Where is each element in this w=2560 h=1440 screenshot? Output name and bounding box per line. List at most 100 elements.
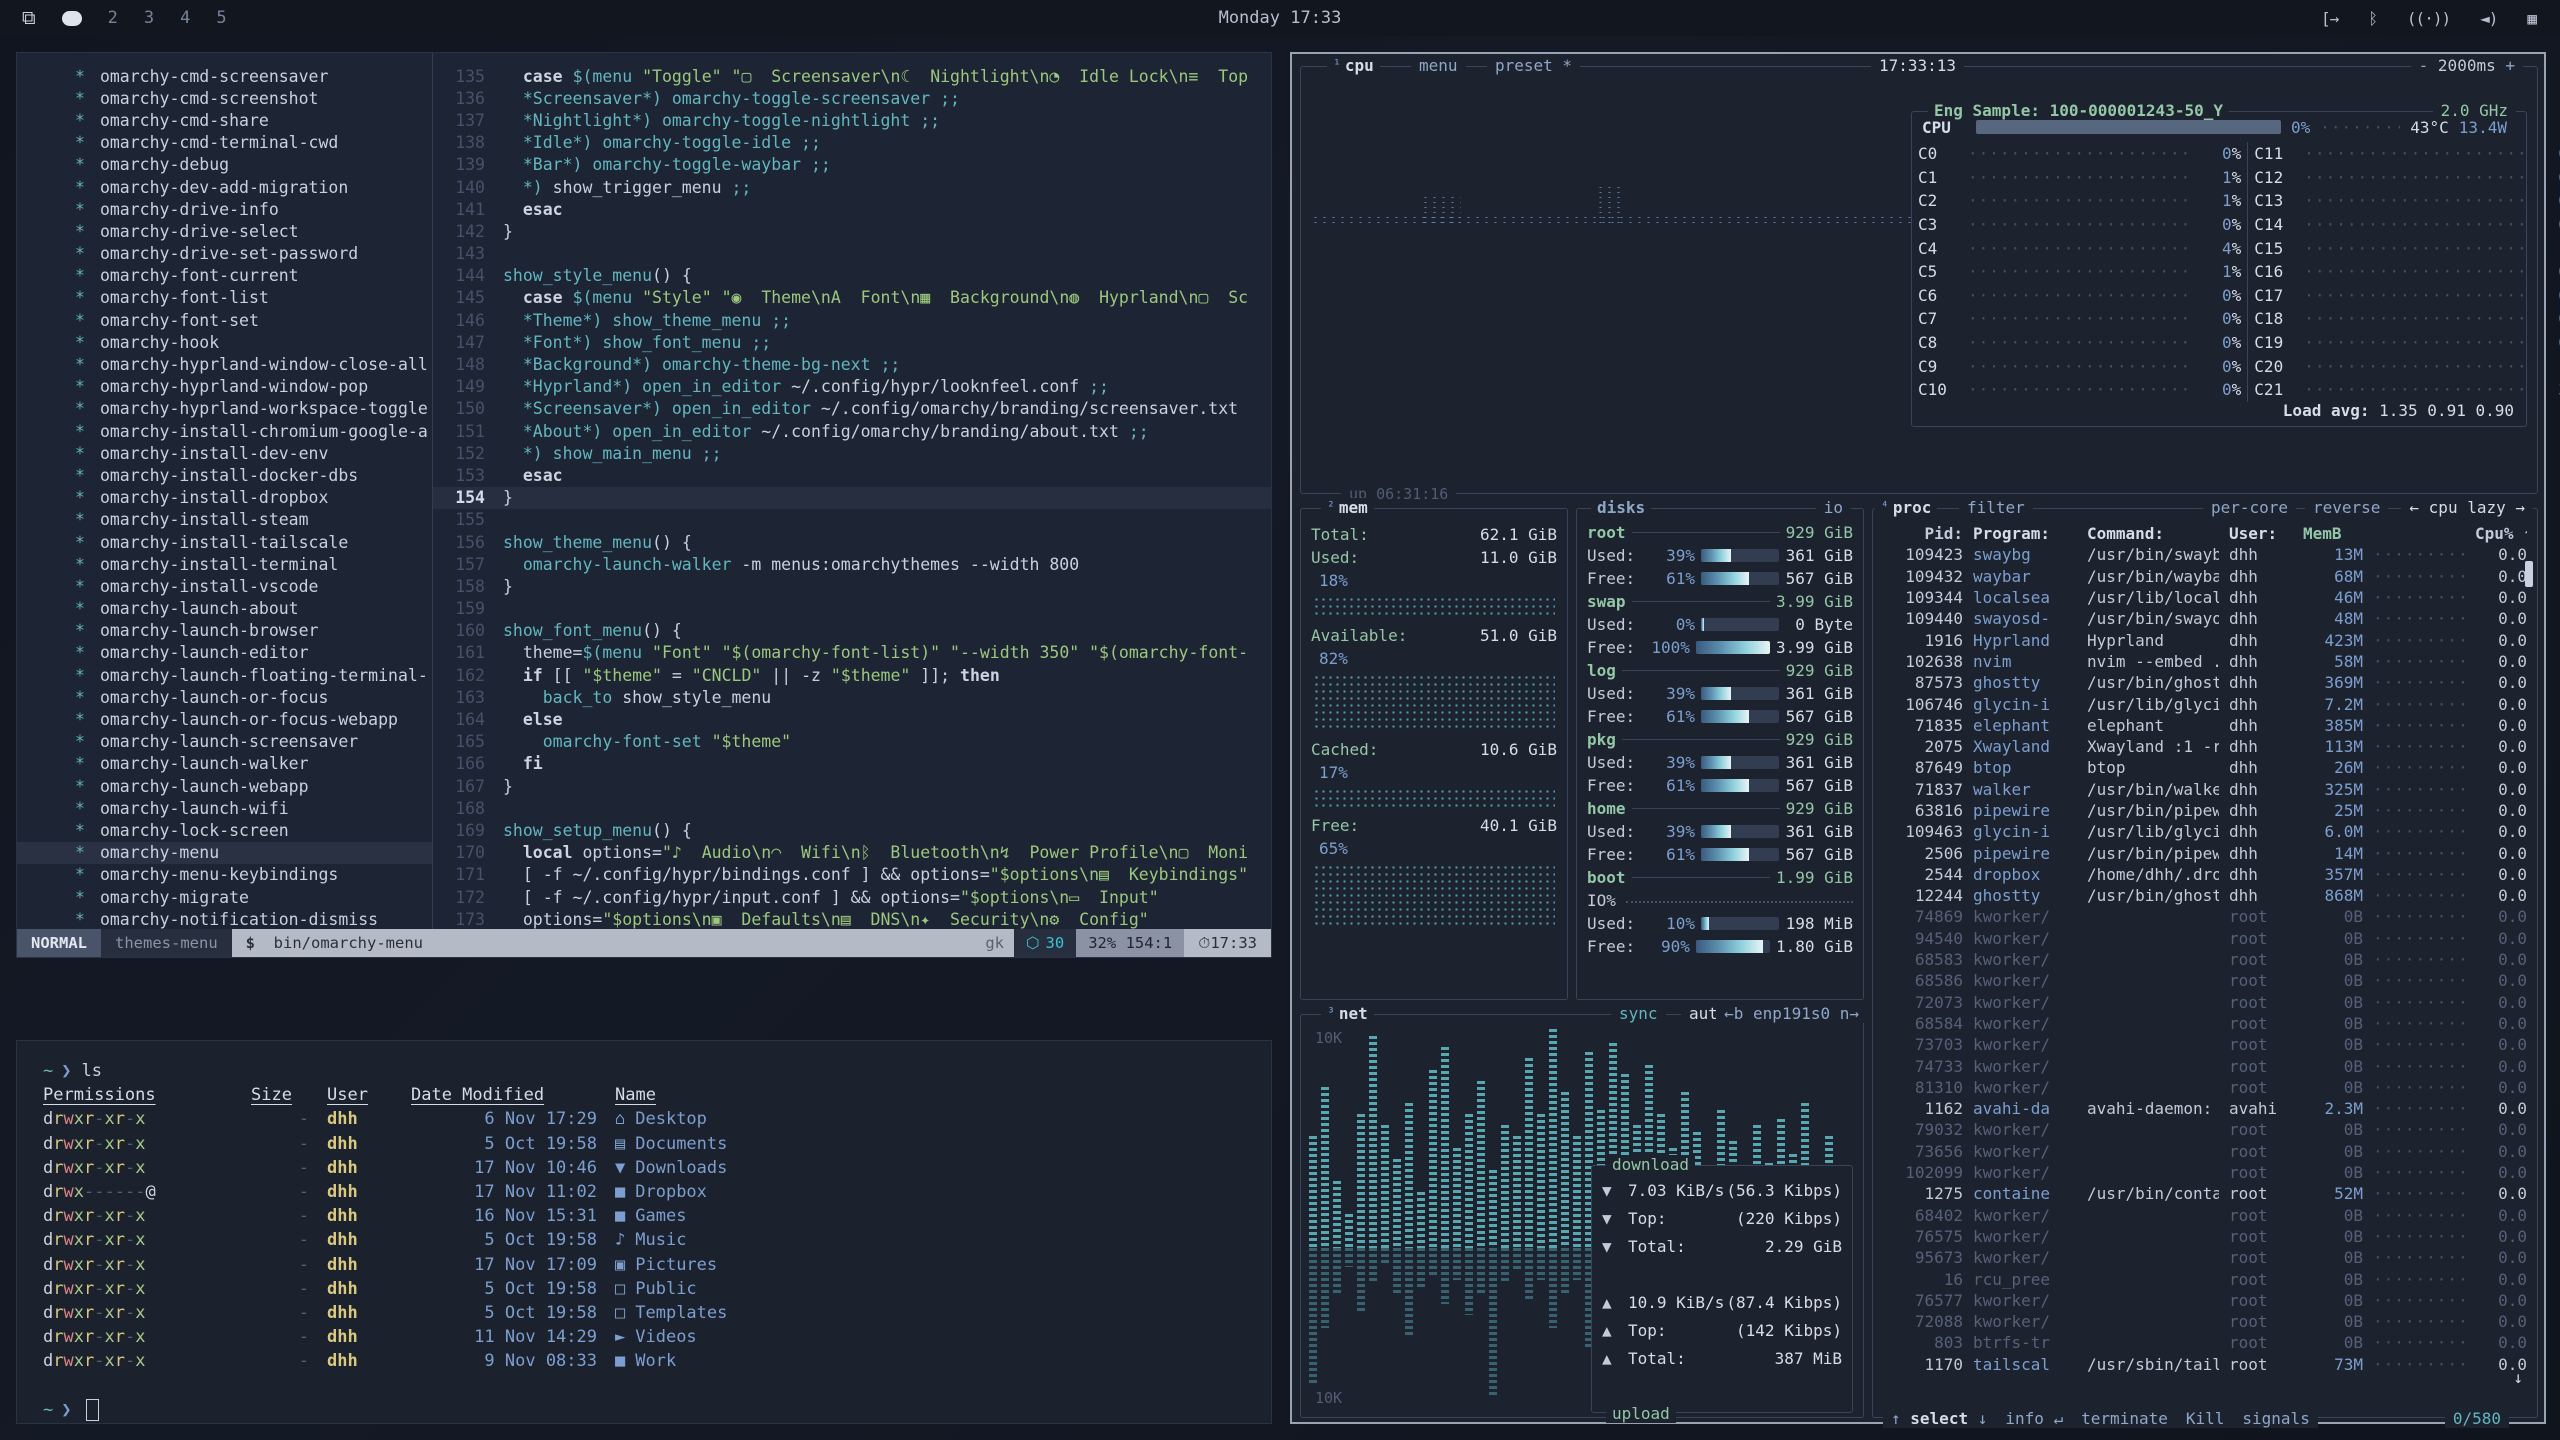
file-list-item[interactable]: *omarchy-font-set: [17, 309, 432, 331]
file-list-item[interactable]: *omarchy-debug: [17, 154, 432, 176]
terminate-button[interactable]: terminate: [2081, 1409, 2168, 1428]
file-list-item[interactable]: *omarchy-hyprland-window-pop: [17, 376, 432, 398]
process-row[interactable]: 2544dropbox/home/dhh/.dropbox-distdhh357…: [1873, 864, 2537, 885]
kill-button[interactable]: Kill: [2186, 1409, 2225, 1428]
per-core-button[interactable]: per-core: [2203, 498, 2296, 517]
select-down-key[interactable]: ↓: [1978, 1409, 1988, 1428]
cpu-icon[interactable]: ▦: [2527, 9, 2536, 28]
file-list-item[interactable]: *omarchy-install-terminal: [17, 553, 432, 575]
file-list-item[interactable]: *omarchy-install-vscode: [17, 575, 432, 597]
logout-icon[interactable]: [→: [2321, 9, 2338, 28]
file-list-item[interactable]: *omarchy-hyprland-window-close-all: [17, 353, 432, 375]
process-row[interactable]: 102638nvimnvim --embed .dhh58M·········0…: [1873, 651, 2537, 672]
file-list-item[interactable]: *omarchy-launch-walker: [17, 753, 432, 775]
file-list-item[interactable]: *omarchy-launch-editor: [17, 642, 432, 664]
file-list-item[interactable]: *omarchy-install-dev-env: [17, 442, 432, 464]
process-row[interactable]: 63816pipewire/usr/bin/pipewiredhh25M····…: [1873, 800, 2537, 821]
sort-selector[interactable]: ← cpu lazy →: [2401, 498, 2533, 517]
file-list-item[interactable]: *omarchy-cmd-share: [17, 109, 432, 131]
process-row[interactable]: 95673kworker/root0B·········0.0: [1873, 1247, 2537, 1268]
file-list-item[interactable]: *omarchy-install-steam: [17, 509, 432, 531]
file-list-item[interactable]: *omarchy-launch-or-focus-webapp: [17, 708, 432, 730]
workspace-2[interactable]: 2: [108, 8, 118, 28]
process-row[interactable]: 109463glycin-i/usr/lib/glycin-loadersdhh…: [1873, 821, 2537, 842]
process-row[interactable]: 1916HyprlandHyprlanddhh423M·········0.0: [1873, 629, 2537, 650]
process-row[interactable]: 1162avahi-daavahi-daemon: running [avahi…: [1873, 1098, 2537, 1119]
file-list-item[interactable]: *omarchy-launch-wifi: [17, 797, 432, 819]
process-row[interactable]: 73656kworker/root0B·········0.0: [1873, 1141, 2537, 1162]
file-list-item[interactable]: *omarchy-font-list: [17, 287, 432, 309]
process-row[interactable]: 109440swayosd-/usr/bin/swayosd-serverdhh…: [1873, 608, 2537, 629]
file-list-item[interactable]: *omarchy-menu: [17, 842, 432, 864]
file-list-item[interactable]: *omarchy-launch-or-focus: [17, 686, 432, 708]
process-row[interactable]: 109423swaybg/usr/bin/swaybg -i /homdhh13…: [1873, 544, 2537, 565]
file-list-item[interactable]: *omarchy-cmd-screensaver: [17, 65, 432, 87]
signals-button[interactable]: signals: [2242, 1409, 2309, 1428]
io-mode-button[interactable]: io: [1816, 498, 1851, 517]
process-row[interactable]: 109344localsea/usr/lib/localsearch-exdhh…: [1873, 587, 2537, 608]
info-button[interactable]: info ↵: [2005, 1409, 2063, 1428]
process-row[interactable]: 1170tailscal/usr/sbin/tailscaled --root7…: [1873, 1354, 2537, 1375]
file-list-pane[interactable]: *omarchy-cmd-screensaver*omarchy-cmd-scr…: [17, 53, 433, 929]
process-row[interactable]: 76577kworker/root0B·········0.0: [1873, 1290, 2537, 1311]
file-list-item[interactable]: *omarchy-migrate: [17, 886, 432, 908]
select-up-key[interactable]: ↑: [1891, 1409, 1901, 1428]
proc-scrollbar[interactable]: [2525, 561, 2533, 587]
process-row[interactable]: 68583kworker/root0B·········0.0: [1873, 949, 2537, 970]
scroll-down-icon[interactable]: ↓: [2513, 1368, 2523, 1387]
process-row[interactable]: 68584kworker/root0B·········0.0: [1873, 1013, 2537, 1034]
process-row[interactable]: 109432waybar/usr/bin/waybardhh68M·······…: [1873, 566, 2537, 587]
process-row[interactable]: 81310kworker/root0B·········0.0: [1873, 1077, 2537, 1098]
file-list-item[interactable]: *omarchy-launch-screensaver: [17, 731, 432, 753]
launcher-icon[interactable]: ⧉: [22, 7, 36, 29]
process-row[interactable]: 76575kworker/root0B·········0.0: [1873, 1226, 2537, 1247]
code-pane[interactable]: 135 case $(menu "Toggle" "▢ Screensaver\…: [433, 53, 1271, 929]
file-list-item[interactable]: *omarchy-cmd-screenshot: [17, 87, 432, 109]
process-row[interactable]: 73703kworker/root0B·········0.0: [1873, 1034, 2537, 1055]
process-row[interactable]: 79032kworker/root0B·········0.0: [1873, 1119, 2537, 1140]
process-row[interactable]: 803btrfs-trroot0B·········0.0: [1873, 1332, 2537, 1353]
process-row[interactable]: 87573ghostty/usr/bin/ghostty --gtk-dhh36…: [1873, 672, 2537, 693]
file-list-item[interactable]: *omarchy-notification-dismiss: [17, 908, 432, 929]
process-row[interactable]: 102099kworker/root0B·········0.0: [1873, 1162, 2537, 1183]
net-interface[interactable]: ←b enp191s0 n→: [1716, 1004, 1867, 1023]
process-row[interactable]: 2075XwaylandXwayland :1 -rootless -dhh11…: [1873, 736, 2537, 757]
file-list-item[interactable]: *omarchy-drive-select: [17, 220, 432, 242]
file-list-item[interactable]: *omarchy-install-docker-dbs: [17, 464, 432, 486]
process-row[interactable]: 72088kworker/root0B·········0.0: [1873, 1311, 2537, 1332]
process-row[interactable]: 12244ghostty/usr/bin/ghostty --gtk-dhh86…: [1873, 885, 2537, 906]
bluetooth-icon[interactable]: ᛒ: [2368, 9, 2377, 28]
network-icon[interactable]: ((·)): [2407, 9, 2450, 28]
process-row[interactable]: 87649btopbtopdhh26M·········0.0: [1873, 757, 2537, 778]
process-row[interactable]: 71837walker/usr/bin/walker --gappldhh325…: [1873, 779, 2537, 800]
file-list-item[interactable]: *omarchy-launch-browser: [17, 620, 432, 642]
file-list-item[interactable]: *omarchy-launch-about: [17, 598, 432, 620]
file-list-item[interactable]: *omarchy-install-tailscale: [17, 531, 432, 553]
file-list-item[interactable]: *omarchy-launch-floating-terminal-: [17, 664, 432, 686]
file-list-item[interactable]: *omarchy-drive-set-password: [17, 243, 432, 265]
workspace-1-active[interactable]: [62, 11, 82, 26]
file-list-item[interactable]: *omarchy-launch-webapp: [17, 775, 432, 797]
process-row[interactable]: 71835elephantelephantdhh385M·········0.0: [1873, 715, 2537, 736]
terminal-window[interactable]: ~❯ls PermissionsSizeUserDate ModifiedNam…: [16, 1040, 1272, 1424]
net-sync-button[interactable]: sync: [1611, 1004, 1666, 1023]
process-row[interactable]: 68402kworker/root0B·········0.0: [1873, 1205, 2537, 1226]
file-list-item[interactable]: *omarchy-lock-screen: [17, 819, 432, 841]
file-list-item[interactable]: *omarchy-cmd-terminal-cwd: [17, 132, 432, 154]
process-row[interactable]: 2506pipewire/usr/bin/pipewire-pulsedhh14…: [1873, 842, 2537, 863]
prompt-line-2[interactable]: ~❯: [43, 1397, 1271, 1421]
workspace-3[interactable]: 3: [144, 8, 154, 28]
file-list-item[interactable]: *omarchy-install-chromium-google-a: [17, 420, 432, 442]
file-list-item[interactable]: *omarchy-install-dropbox: [17, 487, 432, 509]
update-interval[interactable]: - 2000ms +: [2411, 56, 2523, 75]
volume-icon[interactable]: ◄): [2480, 9, 2497, 28]
process-row[interactable]: 106746glycin-i/usr/lib/glycin-loadersdhh…: [1873, 693, 2537, 714]
workspace-4[interactable]: 4: [180, 8, 190, 28]
process-row[interactable]: 74733kworker/root0B·········0.0: [1873, 1055, 2537, 1076]
menu-button[interactable]: menu: [1411, 56, 1466, 75]
file-list-item[interactable]: *omarchy-font-current: [17, 265, 432, 287]
reverse-button[interactable]: reverse: [2305, 498, 2388, 517]
process-row[interactable]: 1275containe/usr/bin/containerdroot52M··…: [1873, 1183, 2537, 1204]
preset-button[interactable]: preset *: [1487, 56, 1580, 75]
file-list-item[interactable]: *omarchy-hook: [17, 331, 432, 353]
